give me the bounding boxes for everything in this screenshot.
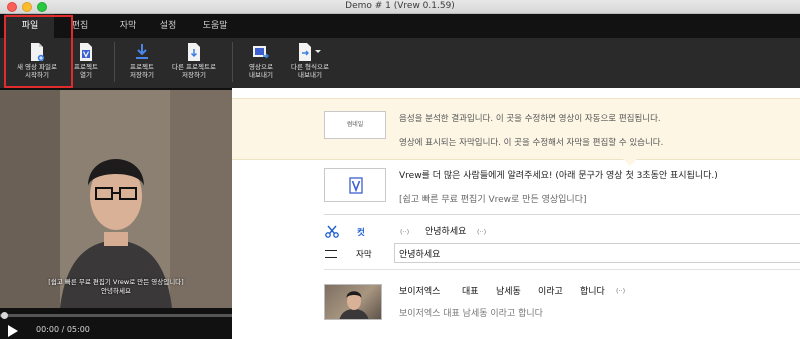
toolbar-divider	[114, 42, 115, 82]
scissors-icon	[325, 225, 339, 238]
window-title: Demo # 1 (Vrew 0.1.59)	[345, 1, 455, 11]
cut-label: 컷	[357, 228, 365, 238]
seek-bar[interactable]	[0, 314, 232, 317]
info-line-1: 음성을 분석한 결과입니다. 이 곳을 수정하면 영상이 자동으로 편집됩니다.	[399, 114, 661, 124]
open-project-icon	[80, 43, 92, 61]
menu-bar: 파일 편집 자막 설정 도움말	[0, 14, 800, 38]
subtitle-label: 자막	[356, 250, 372, 260]
export-video-label: 영상으로 내보내기	[249, 63, 273, 79]
video-frame	[0, 90, 232, 308]
play-icon[interactable]	[7, 325, 19, 337]
promo-caption[interactable]: [쉽고 빠른 무료 편집기 Vrew로 만든 영상입니다]	[399, 192, 587, 205]
clip-subtitle[interactable]: 보이저엑스 대표 남세동 이라고 합니다	[399, 306, 543, 319]
subtitle-lines-icon	[325, 250, 337, 258]
editor-panel: 썸네일 음성을 분석한 결과입니다. 이 곳을 수정하면 영상이 자동으로 편집…	[232, 88, 800, 339]
tab-subtitle[interactable]: 자막	[106, 14, 150, 38]
tab-file[interactable]: 파일	[6, 14, 54, 38]
info-line-2: 영상에 표시되는 자막입니다. 이 곳을 수정해서 자막을 편집할 수 있습니다…	[399, 138, 664, 148]
video-preview[interactable]: [쉽고 빠른 무료 편집기 Vrew로 만든 영상입니다] 안녕하세요	[0, 90, 232, 308]
playback-time: 00:00 / 05:00	[36, 325, 90, 334]
export-other-label: 다른 형식으로 내보내기	[291, 63, 329, 79]
clip-word[interactable]: 남세동	[496, 284, 521, 297]
vrew-logo-icon	[324, 168, 386, 202]
new-project-label: 새 영상 파일로 시작하기	[16, 63, 57, 79]
overlay-line-2: 안녕하세요	[101, 287, 131, 295]
export-video-button[interactable]: 영상으로 내보내기	[240, 40, 282, 86]
silence-token[interactable]: (··)	[400, 228, 409, 236]
toolbar-ribbon: 새 영상 파일로 시작하기 프로젝트 열기 프로젝트 저장하기 다른 프로젝트로…	[0, 38, 800, 88]
player-panel: [쉽고 빠른 무료 편집기 Vrew로 만든 영상입니다] 안녕하세요 00:0…	[0, 88, 232, 339]
clip-word[interactable]: 보이저엑스	[399, 284, 440, 297]
title-bar: Demo # 1 (Vrew 0.1.59)	[0, 0, 800, 14]
cut-word[interactable]: 안녕하세요	[425, 224, 466, 237]
video-subtitle-overlay: [쉽고 빠른 무료 편집기 Vrew로 만든 영상입니다] 안녕하세요	[0, 278, 232, 296]
toolbar-divider	[232, 42, 233, 82]
tab-help[interactable]: 도움말	[192, 14, 238, 38]
subtitle-input[interactable]	[394, 243, 800, 263]
tab-settings[interactable]: 설정	[146, 14, 190, 38]
save-project-button[interactable]: 프로젝트 저장하기	[122, 40, 162, 86]
seek-handle[interactable]	[1, 312, 8, 319]
save-as-icon	[188, 43, 200, 61]
divider	[324, 269, 800, 270]
clip-word[interactable]: 합니다	[580, 284, 605, 297]
save-as-label: 다른 프로젝트로 저장하기	[172, 63, 216, 79]
info-panel: 썸네일 음성을 분석한 결과입니다. 이 곳을 수정하면 영상이 자동으로 편집…	[232, 98, 800, 160]
save-as-button[interactable]: 다른 프로젝트로 저장하기	[166, 40, 222, 86]
open-project-button[interactable]: 프로젝트 열기	[68, 40, 104, 86]
save-project-label: 프로젝트 저장하기	[130, 63, 154, 79]
clip-word[interactable]: 대표	[462, 284, 479, 297]
divider	[324, 214, 800, 215]
thumbnail-button[interactable]: 썸네일	[324, 111, 386, 139]
info-pointer	[623, 159, 637, 166]
film-export-icon	[253, 46, 269, 59]
download-icon	[136, 44, 148, 59]
export-format-icon	[299, 43, 321, 61]
clip-word[interactable]: 이라고	[538, 284, 563, 297]
tab-edit[interactable]: 편집	[58, 14, 102, 38]
promo-text: Vrew를 더 많은 사람들에게 알려주세요! (아래 문구가 영상 첫 3초동…	[399, 171, 718, 181]
silence-token[interactable]: (··)	[616, 287, 625, 295]
overlay-line-1: [쉽고 빠른 무료 편집기 Vrew로 만든 영상입니다]	[48, 278, 184, 286]
open-project-label: 프로젝트 열기	[74, 63, 98, 79]
silence-token[interactable]: (··)	[477, 228, 486, 236]
new-file-icon	[31, 43, 45, 62]
export-other-button[interactable]: 다른 형식으로 내보내기	[286, 40, 334, 86]
new-project-button[interactable]: 새 영상 파일로 시작하기	[6, 40, 68, 86]
clip-thumbnail[interactable]	[324, 284, 382, 320]
